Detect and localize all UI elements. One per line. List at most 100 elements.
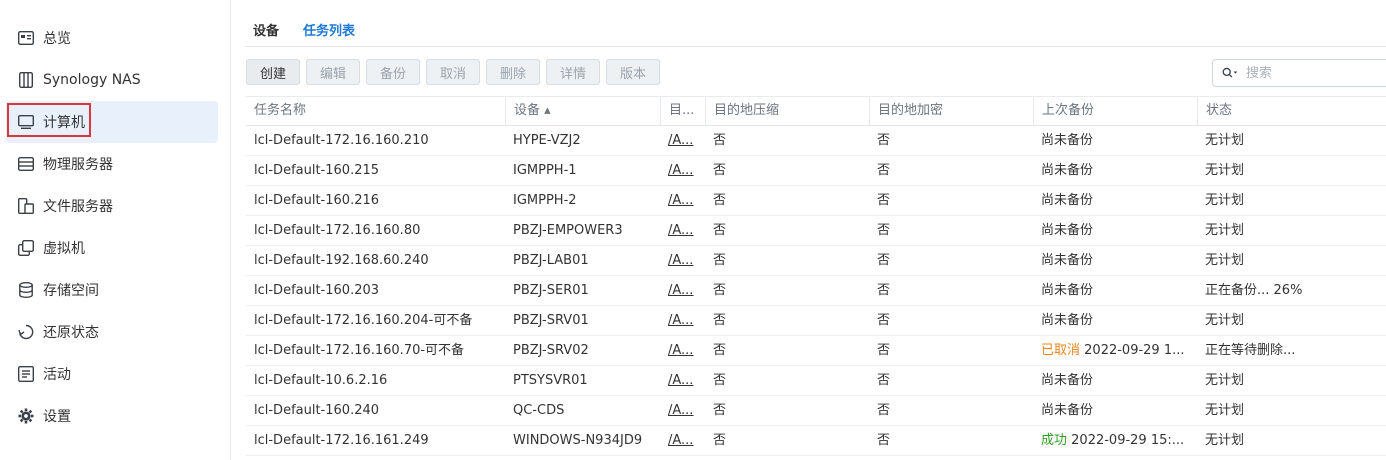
cell-device: PBZJ-SER01 <box>505 276 660 305</box>
details-button[interactable]: 详情 <box>546 59 600 85</box>
table-row[interactable]: lcl-Default-172.16.161.249 WINDOWS-N934JD… <box>246 426 1386 456</box>
cell-destination[interactable]: /A... <box>660 306 705 335</box>
cell-destination[interactable]: /A... <box>660 156 705 185</box>
cell-status-text: 正在备份... 26% <box>1205 283 1303 298</box>
cell-destination[interactable]: /A... <box>660 336 705 365</box>
column-header-dest-compression[interactable]: 目的地压缩 <box>705 97 869 125</box>
column-header-task-name[interactable]: 任务名称 <box>246 97 505 125</box>
cell-dest-encryption-text: 否 <box>877 403 891 418</box>
sidebar-item-storage[interactable]: 存储空间 <box>6 269 218 311</box>
cell-destination-text[interactable]: /A... <box>668 223 693 238</box>
backup-button[interactable]: 备份 <box>366 59 420 85</box>
cell-destination[interactable]: /A... <box>660 186 705 215</box>
cell-task-name: lcl-Default-172.16.160.210 <box>246 126 505 155</box>
sidebar-item-computer[interactable]: 计算机 <box>6 101 218 143</box>
cell-dest-encryption-text: 否 <box>877 343 891 358</box>
cell-last-backup: 已取消 2022-09-29 1... <box>1033 336 1197 365</box>
cell-destination[interactable]: /A... <box>660 276 705 305</box>
cell-destination[interactable]: /A... <box>660 426 705 455</box>
cell-dest-compression: 否 <box>705 306 869 335</box>
cell-status-text: 无计划 <box>1205 313 1245 328</box>
create-button[interactable]: 创建 <box>246 59 300 85</box>
tab-task-list[interactable]: 任务列表 <box>303 0 355 46</box>
table-row[interactable]: lcl-Default-172.16.160.210 HYPE-VZJ2/A...… <box>246 126 1386 156</box>
sidebar-item-restore-status[interactable]: 还原状态 <box>6 311 218 353</box>
task-table: 任务名称 设备 ▴ 目... 目的地压缩 目的地加密 上次备份 状态 lcl-D… <box>246 96 1386 456</box>
cell-destination[interactable]: /A... <box>660 366 705 395</box>
cell-task-name-text: lcl-Default-10.6.2.16 <box>254 373 388 388</box>
cell-destination-text[interactable]: /A... <box>668 163 693 178</box>
table-row[interactable]: lcl-Default-172.16.160.204-可不备 PBZJ-SRV01… <box>246 306 1386 336</box>
cell-status: 无计划 <box>1197 306 1386 335</box>
cell-task-name-text: lcl-Default-172.16.160.204-可不备 <box>254 313 473 328</box>
cell-task-name-text: lcl-Default-160.240 <box>254 403 380 418</box>
cell-destination-text[interactable]: /A... <box>668 253 693 268</box>
cell-destination[interactable]: /A... <box>660 246 705 275</box>
toolbar: 创建 编辑 备份 取消 删除 详情 版本 <box>246 59 666 85</box>
sidebar-item-file-server[interactable]: 文件服务器 <box>6 185 218 227</box>
cell-device: PBZJ-LAB01 <box>505 246 660 275</box>
cell-destination-text[interactable]: /A... <box>668 133 693 148</box>
cell-status: 正在备份... 26% <box>1197 276 1386 305</box>
column-header-device[interactable]: 设备 ▴ <box>505 97 660 125</box>
cell-last-backup: 尚未备份 <box>1033 156 1197 185</box>
cell-destination-text[interactable]: /A... <box>668 343 693 358</box>
cell-task-name: lcl-Default-172.16.160.70-可不备 <box>246 336 505 365</box>
last-backup-text: 尚未备份 <box>1041 403 1094 418</box>
cell-destination-text[interactable]: /A... <box>668 403 693 418</box>
last-backup-text: 尚未备份 <box>1041 133 1094 148</box>
sidebar-item-synology-nas[interactable]: Synology NAS <box>6 59 218 101</box>
table-row[interactable]: lcl-Default-10.6.2.16 PTSYSVR01/A... 否 否 尚未备… <box>246 366 1386 396</box>
table-row[interactable]: lcl-Default-160.203 PBZJ-SER01/A... 否 否 尚未备份… <box>246 276 1386 306</box>
cell-destination[interactable]: /A... <box>660 216 705 245</box>
cell-destination-text[interactable]: /A... <box>668 193 693 208</box>
cell-destination-text[interactable]: /A... <box>668 283 693 298</box>
last-backup-text: 尚未备份 <box>1041 193 1094 208</box>
edit-button[interactable]: 编辑 <box>306 59 360 85</box>
cell-task-name: lcl-Default-172.16.161.249 <box>246 426 505 455</box>
tab-devices[interactable]: 设备 <box>253 0 279 46</box>
search-icon[interactable] <box>1222 65 1238 81</box>
column-header-destination[interactable]: 目... <box>660 97 705 125</box>
sidebar-item-settings[interactable]: 设置 <box>6 395 218 437</box>
cell-last-backup: 成功 2022-09-29 15:... <box>1033 426 1197 455</box>
last-backup-text: 尚未备份 <box>1041 373 1094 388</box>
column-header-dest-encryption[interactable]: 目的地加密 <box>869 97 1033 125</box>
cell-device: PBZJ-EMPOWER3 <box>505 216 660 245</box>
table-body: lcl-Default-172.16.160.210 HYPE-VZJ2/A...… <box>246 126 1386 456</box>
table-row[interactable]: lcl-Default-160.240 QC-CDS/A... 否 否 尚未备份 无计划 <box>246 396 1386 426</box>
table-row[interactable]: lcl-Default-172.16.160.70-可不备 PBZJ-SRV02 /… <box>246 336 1386 366</box>
last-backup-result: 成功 <box>1041 433 1068 448</box>
cell-destination-text[interactable]: /A... <box>668 433 693 448</box>
sidebar: 总览 Synology NAS 计算机 物理服务器 文件服务器 虚拟机 存储空间… <box>0 0 231 460</box>
cell-last-backup: 尚未备份 <box>1033 126 1197 155</box>
table-row[interactable]: lcl-Default-192.168.60.240 PBZJ-LAB01/A..… <box>246 246 1386 276</box>
cell-destination[interactable]: /A... <box>660 126 705 155</box>
table-row[interactable]: lcl-Default-160.215 IGMPPH-1/A... 否 否 尚未备份 无计… <box>246 156 1386 186</box>
cell-task-name: lcl-Default-192.168.60.240 <box>246 246 505 275</box>
cell-destination-text[interactable]: /A... <box>668 373 693 388</box>
column-header-last-backup[interactable]: 上次备份 <box>1033 97 1197 125</box>
sidebar-item-physical-server[interactable]: 物理服务器 <box>6 143 218 185</box>
search-box[interactable] <box>1212 59 1386 87</box>
sidebar-item-overview[interactable]: 总览 <box>6 17 218 59</box>
cell-dest-compression-text: 否 <box>713 403 727 418</box>
cell-destination-text[interactable]: /A... <box>668 313 693 328</box>
cell-task-name: lcl-Default-172.16.160.204-可不备 <box>246 306 505 335</box>
table-row[interactable]: lcl-Default-160.216 IGMPPH-2/A... 否 否 尚未备份 无计… <box>246 186 1386 216</box>
cell-dest-encryption: 否 <box>869 306 1033 335</box>
delete-button[interactable]: 删除 <box>486 59 540 85</box>
cancel-button[interactable]: 取消 <box>426 59 480 85</box>
cell-dest-encryption: 否 <box>869 276 1033 305</box>
column-header-status[interactable]: 状态 <box>1197 97 1386 125</box>
last-backup-text: 尚未备份 <box>1041 283 1094 298</box>
cell-status-text: 无计划 <box>1205 253 1245 268</box>
table-row[interactable]: lcl-Default-172.16.160.80 PBZJ-EMPOWER3/A… <box>246 216 1386 246</box>
cell-dest-encryption-text: 否 <box>877 313 891 328</box>
sidebar-item-activity[interactable]: 活动 <box>6 353 218 395</box>
cell-task-name-text: lcl-Default-192.168.60.240 <box>254 253 429 268</box>
search-input[interactable] <box>1244 64 1368 82</box>
sidebar-item-vm[interactable]: 虚拟机 <box>6 227 218 269</box>
version-button[interactable]: 版本 <box>606 59 660 85</box>
cell-destination[interactable]: /A... <box>660 396 705 425</box>
